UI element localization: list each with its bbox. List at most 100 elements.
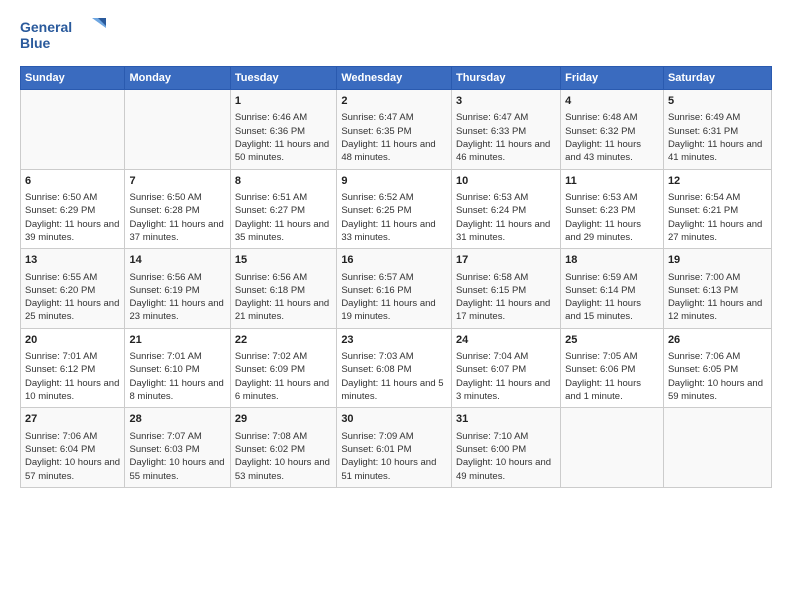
cell-day-28: 28 Sunrise: 7:07 AM Sunset: 6:03 PM Dayli… — [125, 408, 230, 488]
day-info: Sunrise: 6:53 AM Sunset: 6:24 PM Dayligh… — [456, 191, 556, 244]
day-info: Sunrise: 7:01 AM Sunset: 6:12 PM Dayligh… — [25, 350, 120, 403]
day-info: Sunrise: 7:06 AM Sunset: 6:05 PM Dayligh… — [668, 350, 767, 403]
col-header-wednesday: Wednesday — [337, 67, 452, 90]
cell-day-15: 15 Sunrise: 6:56 AM Sunset: 6:18 PM Dayli… — [230, 249, 336, 329]
col-header-saturday: Saturday — [663, 67, 771, 90]
cell-day-empty-6 — [663, 408, 771, 488]
page-container: General Blue SundayMondayTuesdayWednesda… — [0, 0, 792, 498]
col-header-thursday: Thursday — [451, 67, 560, 90]
cell-day-5: 5 Sunrise: 6:49 AM Sunset: 6:31 PM Daylig… — [663, 90, 771, 170]
day-info: Sunrise: 7:03 AM Sunset: 6:08 PM Dayligh… — [341, 350, 447, 403]
column-headers-row: SundayMondayTuesdayWednesdayThursdayFrid… — [21, 67, 772, 90]
cell-day-16: 16 Sunrise: 6:57 AM Sunset: 6:16 PM Dayli… — [337, 249, 452, 329]
day-number: 18 — [565, 253, 659, 268]
col-header-tuesday: Tuesday — [230, 67, 336, 90]
cell-day-14: 14 Sunrise: 6:56 AM Sunset: 6:19 PM Dayli… — [125, 249, 230, 329]
cell-day-empty-5 — [561, 408, 664, 488]
cell-day-6: 6 Sunrise: 6:50 AM Sunset: 6:29 PM Daylig… — [21, 169, 125, 249]
day-info: Sunrise: 6:47 AM Sunset: 6:33 PM Dayligh… — [456, 111, 556, 164]
calendar-body: 1 Sunrise: 6:46 AM Sunset: 6:36 PM Daylig… — [21, 90, 772, 488]
day-number: 15 — [235, 253, 332, 268]
week-row-4: 20 Sunrise: 7:01 AM Sunset: 6:12 PM Dayli… — [21, 328, 772, 408]
day-info: Sunrise: 6:53 AM Sunset: 6:23 PM Dayligh… — [565, 191, 659, 244]
cell-day-17: 17 Sunrise: 6:58 AM Sunset: 6:15 PM Dayli… — [451, 249, 560, 329]
cell-day-7: 7 Sunrise: 6:50 AM Sunset: 6:28 PM Daylig… — [125, 169, 230, 249]
logo: General Blue — [20, 16, 110, 58]
day-number: 14 — [129, 253, 225, 268]
day-number: 10 — [456, 174, 556, 189]
calendar-table: SundayMondayTuesdayWednesdayThursdayFrid… — [20, 66, 772, 488]
cell-day-18: 18 Sunrise: 6:59 AM Sunset: 6:14 PM Dayli… — [561, 249, 664, 329]
cell-day-9: 9Sunrise: 6:52 AM Sunset: 6:25 PM Daylig… — [337, 169, 452, 249]
day-number: 11 — [565, 174, 659, 189]
col-header-monday: Monday — [125, 67, 230, 90]
day-info: Sunrise: 7:08 AM Sunset: 6:02 PM Dayligh… — [235, 430, 332, 483]
day-info: Sunrise: 7:04 AM Sunset: 6:07 PM Dayligh… — [456, 350, 556, 403]
day-info: Sunrise: 6:51 AM Sunset: 6:27 PM Dayligh… — [235, 191, 332, 244]
cell-day-10: 10 Sunrise: 6:53 AM Sunset: 6:24 PM Dayli… — [451, 169, 560, 249]
col-header-friday: Friday — [561, 67, 664, 90]
cell-day-26: 26 Sunrise: 7:06 AM Sunset: 6:05 PM Dayli… — [663, 328, 771, 408]
cell-day-13: 13 Sunrise: 6:55 AM Sunset: 6:20 PM Dayli… — [21, 249, 125, 329]
day-info: Sunrise: 6:47 AM Sunset: 6:35 PM Dayligh… — [341, 111, 447, 164]
week-row-2: 6 Sunrise: 6:50 AM Sunset: 6:29 PM Daylig… — [21, 169, 772, 249]
day-info: Sunrise: 7:06 AM Sunset: 6:04 PM Dayligh… — [25, 430, 120, 483]
day-number: 28 — [129, 412, 225, 427]
day-info: Sunrise: 6:49 AM Sunset: 6:31 PM Dayligh… — [668, 111, 767, 164]
day-info: Sunrise: 7:07 AM Sunset: 6:03 PM Dayligh… — [129, 430, 225, 483]
day-number: 25 — [565, 333, 659, 348]
cell-day-31: 31 Sunrise: 7:10 AM Sunset: 6:00 PM Dayli… — [451, 408, 560, 488]
cell-day-21: 21 Sunrise: 7:01 AM Sunset: 6:10 PM Dayli… — [125, 328, 230, 408]
day-number: 20 — [25, 333, 120, 348]
day-info: Sunrise: 7:10 AM Sunset: 6:00 PM Dayligh… — [456, 430, 556, 483]
day-number: 16 — [341, 253, 447, 268]
day-number: 19 — [668, 253, 767, 268]
day-info: Sunrise: 7:00 AM Sunset: 6:13 PM Dayligh… — [668, 271, 767, 324]
day-number: 2 — [341, 94, 447, 109]
day-number: 3 — [456, 94, 556, 109]
day-info: Sunrise: 6:56 AM Sunset: 6:18 PM Dayligh… — [235, 271, 332, 324]
day-number: 4 — [565, 94, 659, 109]
day-info: Sunrise: 7:02 AM Sunset: 6:09 PM Dayligh… — [235, 350, 332, 403]
day-info: Sunrise: 6:50 AM Sunset: 6:28 PM Dayligh… — [129, 191, 225, 244]
day-number: 1 — [235, 94, 332, 109]
cell-day-8: 8Sunrise: 6:51 AM Sunset: 6:27 PM Daylig… — [230, 169, 336, 249]
day-number: 5 — [668, 94, 767, 109]
cell-day-11: 11 Sunrise: 6:53 AM Sunset: 6:23 PM Dayli… — [561, 169, 664, 249]
day-number: 31 — [456, 412, 556, 427]
day-info: Sunrise: 6:58 AM Sunset: 6:15 PM Dayligh… — [456, 271, 556, 324]
day-info: Sunrise: 6:56 AM Sunset: 6:19 PM Dayligh… — [129, 271, 225, 324]
cell-day-2: 2 Sunrise: 6:47 AM Sunset: 6:35 PM Daylig… — [337, 90, 452, 170]
week-row-5: 27 Sunrise: 7:06 AM Sunset: 6:04 PM Dayli… — [21, 408, 772, 488]
day-info: Sunrise: 6:52 AM Sunset: 6:25 PM Dayligh… — [341, 191, 447, 244]
day-number: 26 — [668, 333, 767, 348]
cell-day-3: 3 Sunrise: 6:47 AM Sunset: 6:33 PM Daylig… — [451, 90, 560, 170]
cell-day-24: 24Sunrise: 7:04 AM Sunset: 6:07 PM Dayli… — [451, 328, 560, 408]
day-info: Sunrise: 6:59 AM Sunset: 6:14 PM Dayligh… — [565, 271, 659, 324]
cell-day-19: 19 Sunrise: 7:00 AM Sunset: 6:13 PM Dayli… — [663, 249, 771, 329]
day-number: 21 — [129, 333, 225, 348]
day-info: Sunrise: 6:48 AM Sunset: 6:32 PM Dayligh… — [565, 111, 659, 164]
day-info: Sunrise: 6:50 AM Sunset: 6:29 PM Dayligh… — [25, 191, 120, 244]
cell-day-12: 12Sunrise: 6:54 AM Sunset: 6:21 PM Dayli… — [663, 169, 771, 249]
day-info: Sunrise: 6:57 AM Sunset: 6:16 PM Dayligh… — [341, 271, 447, 324]
cell-day-22: 22 Sunrise: 7:02 AM Sunset: 6:09 PM Dayli… — [230, 328, 336, 408]
day-number: 6 — [25, 174, 120, 189]
day-number: 27 — [25, 412, 120, 427]
day-number: 22 — [235, 333, 332, 348]
cell-day-23: 23Sunrise: 7:03 AM Sunset: 6:08 PM Dayli… — [337, 328, 452, 408]
day-number: 7 — [129, 174, 225, 189]
day-info: Sunrise: 6:55 AM Sunset: 6:20 PM Dayligh… — [25, 271, 120, 324]
cell-day-25: 25Sunrise: 7:05 AM Sunset: 6:06 PM Dayli… — [561, 328, 664, 408]
day-info: Sunrise: 6:46 AM Sunset: 6:36 PM Dayligh… — [235, 111, 332, 164]
day-number: 13 — [25, 253, 120, 268]
day-info: Sunrise: 7:09 AM Sunset: 6:01 PM Dayligh… — [341, 430, 447, 483]
logo-svg: General Blue — [20, 16, 110, 58]
cell-day-20: 20 Sunrise: 7:01 AM Sunset: 6:12 PM Dayli… — [21, 328, 125, 408]
day-info: Sunrise: 7:01 AM Sunset: 6:10 PM Dayligh… — [129, 350, 225, 403]
col-header-sunday: Sunday — [21, 67, 125, 90]
header: General Blue — [20, 16, 772, 58]
day-number: 17 — [456, 253, 556, 268]
svg-text:General: General — [20, 19, 72, 35]
day-number: 29 — [235, 412, 332, 427]
